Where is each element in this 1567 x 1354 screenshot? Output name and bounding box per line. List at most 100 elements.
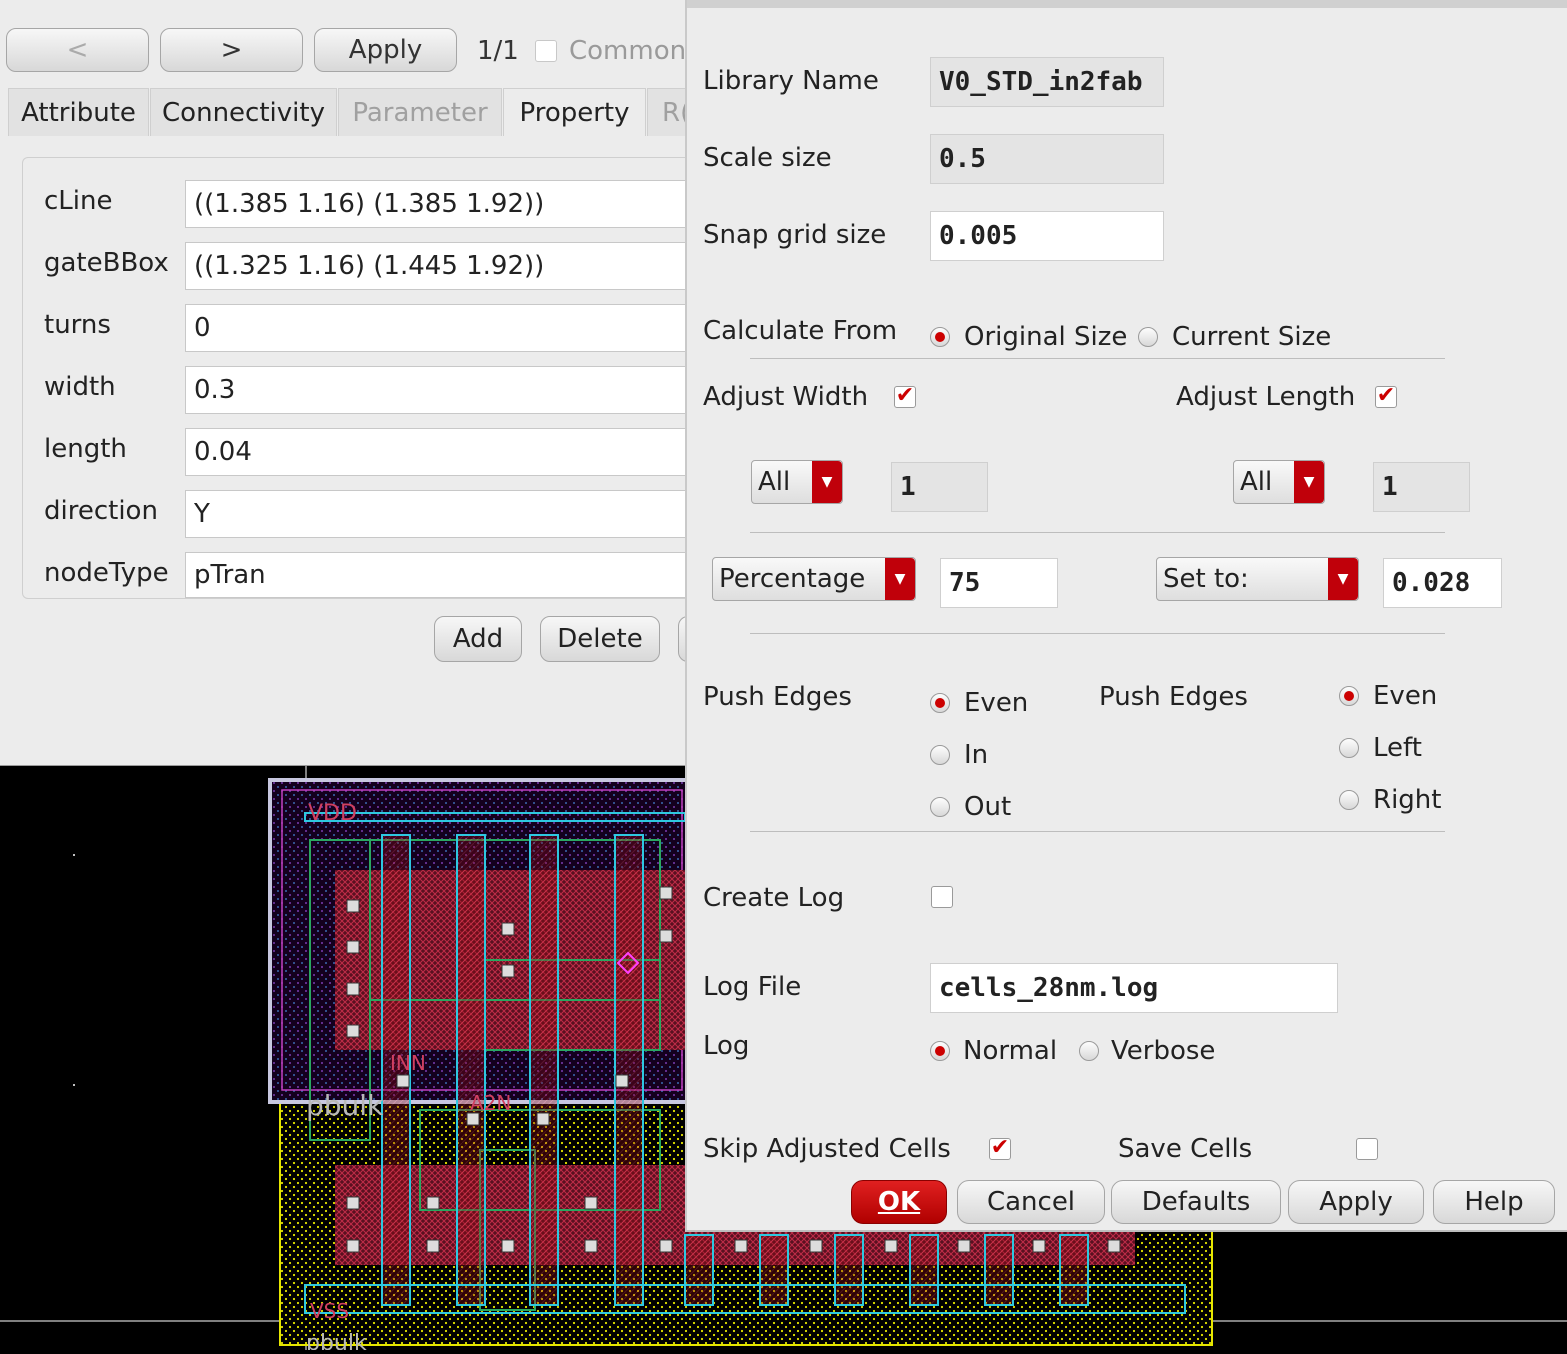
push-even-width-label: Even (964, 688, 1029, 718)
current-size-radio[interactable] (1138, 327, 1158, 347)
prop-label-nodetype: nodeType (44, 558, 169, 588)
push-in-label: In (964, 740, 989, 770)
current-size-label: Current Size (1172, 322, 1332, 352)
push-out-radio[interactable] (930, 797, 950, 817)
net-label-pbulk: pbulk (306, 1089, 384, 1122)
log-label: Log (703, 1031, 750, 1061)
log-file-label: Log File (703, 972, 802, 1002)
net-label-inn: INN (390, 1051, 426, 1075)
push-left-label: Left (1373, 733, 1422, 763)
width-scope-dropdown[interactable]: All ▼ (751, 460, 843, 504)
adjust-width-label: Adjust Width (703, 382, 869, 412)
log-verbose-label: Verbose (1111, 1036, 1216, 1066)
original-size-radio[interactable] (930, 327, 950, 347)
prop-field-length[interactable]: 0.04 (185, 428, 705, 476)
separator (750, 831, 1445, 832)
log-file-field[interactable]: cells_28nm.log (930, 963, 1338, 1013)
push-even-length-radio[interactable] (1339, 686, 1359, 706)
previous-button[interactable]: < (6, 28, 149, 72)
length-mode-dropdown[interactable]: Set to: ▼ (1156, 557, 1359, 601)
prop-label-length: length (44, 434, 127, 464)
skip-adjusted-checkbox[interactable]: ✔ (989, 1137, 1011, 1160)
length-mode-number[interactable]: 0.028 (1383, 558, 1502, 608)
push-right-label: Right (1373, 785, 1442, 815)
ok-button-label: OK (877, 1187, 921, 1217)
scale-size-label: Scale size (703, 143, 832, 173)
push-in-radio[interactable] (930, 745, 950, 765)
width-mode-number[interactable]: 75 (940, 558, 1058, 608)
net-label-pbulk-2: pbulk (306, 1331, 367, 1350)
push-even-width-radio[interactable] (930, 693, 950, 713)
library-name-label: Library Name (703, 66, 879, 96)
add-button[interactable]: Add (434, 616, 522, 662)
help-button-label: Help (1464, 1187, 1524, 1217)
push-edges-length-label: Push Edges (1099, 682, 1248, 712)
apply-dialog-button[interactable]: Apply (1288, 1180, 1424, 1224)
log-verbose-radio[interactable] (1079, 1041, 1099, 1061)
push-left-radio[interactable] (1339, 738, 1359, 758)
create-log-checkbox[interactable] (931, 886, 953, 908)
save-cells-label: Save Cells (1118, 1134, 1253, 1164)
create-log-label: Create Log (703, 883, 845, 913)
width-scope-value: All (758, 467, 791, 497)
push-out-label: Out (964, 792, 1012, 822)
next-button[interactable]: > (160, 28, 303, 72)
snap-grid-label: Snap grid size (703, 220, 887, 250)
length-scope-dropdown[interactable]: All ▼ (1233, 460, 1325, 504)
snap-grid-field[interactable]: 0.005 (930, 211, 1164, 261)
separator (750, 358, 1445, 359)
tab-r[interactable]: R( (647, 88, 689, 136)
apply-button[interactable]: Apply (314, 28, 457, 72)
prop-label-direction: direction (44, 496, 158, 526)
prop-field-width[interactable]: 0.3 (185, 366, 705, 414)
library-name-field[interactable]: V0_STD_in2fab (930, 57, 1164, 107)
calculate-from-label: Calculate From (703, 316, 898, 346)
skip-adjusted-label: Skip Adjusted Cells (703, 1134, 951, 1164)
prop-field-turns[interactable]: 0 (185, 304, 705, 352)
chevron-down-icon: ▼ (812, 461, 842, 503)
length-scope-value: All (1240, 467, 1273, 497)
ok-button[interactable]: OK (851, 1180, 947, 1224)
help-button[interactable]: Help (1433, 1180, 1555, 1224)
net-label-a2n: A2N (470, 1091, 511, 1115)
log-normal-radio[interactable] (930, 1041, 950, 1061)
apply-dialog-button-label: Apply (1319, 1187, 1393, 1217)
push-even-length-label: Even (1373, 681, 1438, 711)
defaults-button-label: Defaults (1141, 1187, 1251, 1217)
defaults-button[interactable]: Defaults (1111, 1180, 1281, 1224)
properties-window: < > Apply 1/1 Common Attribute Connectiv… (0, 0, 705, 766)
cancel-button-label: Cancel (986, 1187, 1076, 1217)
dialog-top-bar (687, 0, 1567, 8)
chevron-down-icon: ▼ (885, 558, 915, 600)
page-counter: 1/1 (477, 36, 519, 66)
prop-field-gatebbox[interactable]: ((1.325 1.16) (1.445 1.92)) (185, 242, 705, 290)
scale-size-field[interactable]: 0.5 (930, 134, 1164, 184)
prop-label-width: width (44, 372, 116, 402)
prop-field-nodetype[interactable]: pTran (185, 552, 705, 598)
prop-field-direction[interactable]: Y (185, 490, 705, 538)
adjust-width-checkbox[interactable]: ✔ (894, 385, 916, 408)
push-right-radio[interactable] (1339, 790, 1359, 810)
tab-property[interactable]: Property (503, 88, 646, 136)
adjust-length-checkbox[interactable]: ✔ (1375, 385, 1397, 408)
cancel-button[interactable]: Cancel (957, 1180, 1105, 1224)
log-normal-label: Normal (963, 1036, 1058, 1066)
common-label: Common (569, 36, 687, 66)
tab-attribute[interactable]: Attribute (8, 88, 149, 136)
width-mode-dropdown[interactable]: Percentage ▼ (712, 557, 916, 601)
length-scope-number[interactable]: 1 (1373, 462, 1470, 512)
separator (750, 633, 1445, 634)
adjust-length-label: Adjust Length (1176, 382, 1356, 412)
chevron-down-icon: ▼ (1328, 558, 1358, 600)
width-scope-number[interactable]: 1 (891, 462, 988, 512)
prop-field-cline[interactable]: ((1.385 1.16) (1.385 1.92)) (185, 180, 705, 228)
tab-connectivity[interactable]: Connectivity (150, 88, 337, 136)
net-label-vdd: VDD (308, 801, 357, 826)
original-size-label: Original Size (964, 322, 1128, 352)
tab-parameter[interactable]: Parameter (338, 88, 502, 136)
length-mode-value: Set to: (1163, 564, 1249, 594)
delete-button[interactable]: Delete (540, 616, 660, 662)
common-checkbox[interactable] (535, 40, 557, 62)
save-cells-checkbox[interactable] (1356, 1138, 1378, 1160)
width-mode-value: Percentage (719, 564, 866, 594)
